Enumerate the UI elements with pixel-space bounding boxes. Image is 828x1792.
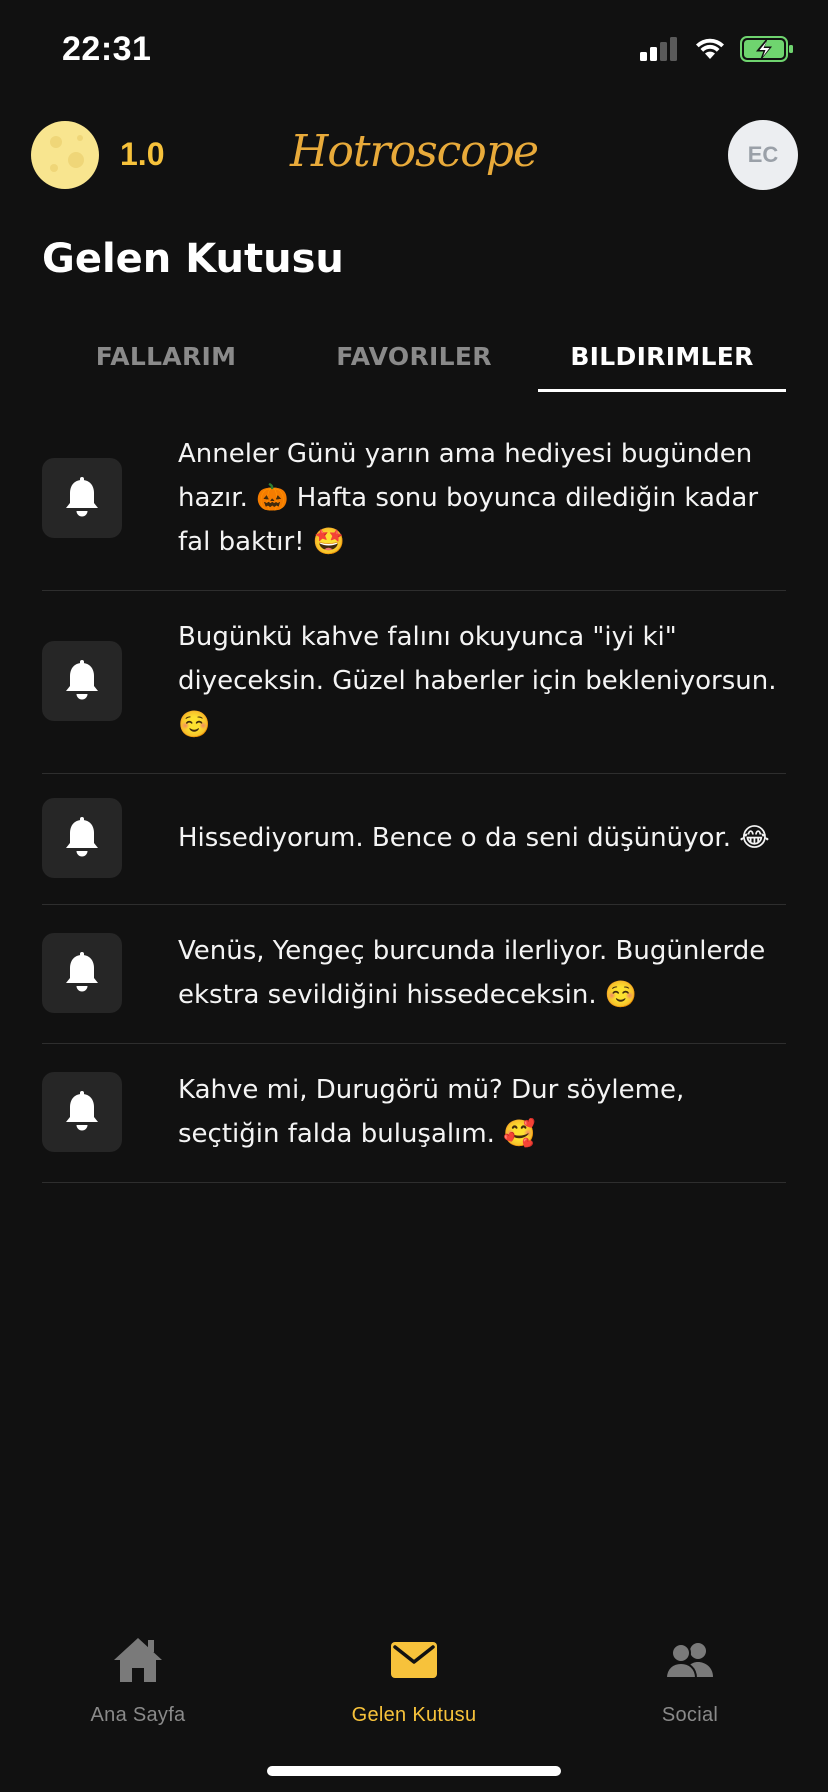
tab-bar: FALLARIM FAVORILER BILDIRIMLER — [42, 330, 786, 392]
notification-text: Hissediyorum. Bence o da seni düşünüyor.… — [178, 823, 770, 853]
bell-icon — [66, 477, 98, 517]
battery-charging-icon — [740, 36, 793, 62]
nav-item-social[interactable]: Social — [552, 1630, 828, 1740]
tab-fallarim[interactable]: FALLARIM — [42, 330, 290, 392]
bottom-nav: Ana Sayfa Gelen Kutusu Social — [0, 1630, 828, 1740]
nav-label-social: Social — [661, 1704, 719, 1726]
nav-label-inbox: Gelen Kutusu — [351, 1704, 477, 1726]
notification-text: Anneler Günü yarın ama hediyesi bugünden… — [178, 439, 759, 557]
bell-icon — [66, 817, 98, 857]
bell-icon-box — [42, 641, 122, 721]
bell-icon — [66, 660, 98, 700]
nav-item-home[interactable]: Ana Sayfa — [0, 1630, 276, 1740]
bell-icon-box — [42, 458, 122, 538]
bell-icon — [66, 1091, 98, 1131]
bell-icon-box — [42, 798, 122, 878]
people-icon — [665, 1643, 713, 1679]
notification-text: Bugünkü kahve falını okuyunca "iyi ki" d… — [178, 622, 777, 740]
status-time: 22:31 — [62, 30, 152, 68]
bell-icon — [66, 952, 98, 992]
moon-icon[interactable] — [30, 120, 100, 190]
envelope-icon — [391, 1642, 437, 1678]
notification-text: Kahve mi, Durugörü mü? Dur söyleme, seçt… — [178, 1075, 685, 1149]
wifi-icon — [696, 38, 724, 59]
status-icons — [640, 36, 794, 62]
list-item[interactable]: Bugünkü kahve falını okuyunca "iyi ki" d… — [42, 591, 786, 774]
list-item[interactable]: Venüs, Yengeç burcunda ilerliyor. Bugünl… — [42, 905, 786, 1044]
list-item[interactable]: Anneler Günü yarın ama hediyesi bugünden… — [42, 408, 786, 591]
nav-item-inbox[interactable]: Gelen Kutusu — [276, 1630, 552, 1740]
notification-list: Anneler Günü yarın ama hediyesi bugünden… — [42, 408, 786, 1183]
notification-text: Venüs, Yengeç burcunda ilerliyor. Bugünl… — [178, 936, 766, 1010]
app-header: 1.0 Hotroscope EC — [0, 118, 828, 198]
moon-value: 1.0 — [120, 136, 165, 172]
avatar[interactable]: EC — [728, 120, 798, 190]
tab-bildirimler[interactable]: BILDIRIMLER — [538, 330, 786, 392]
bell-icon-box — [42, 1072, 122, 1152]
nav-label-home: Ana Sayfa — [90, 1704, 186, 1726]
list-item[interactable]: Kahve mi, Durugörü mü? Dur söyleme, seçt… — [42, 1044, 786, 1183]
status-bar: 22:31 — [0, 0, 828, 100]
home-icon — [114, 1638, 162, 1682]
tab-favoriler[interactable]: FAVORILER — [290, 330, 538, 392]
page-title: Gelen Kutusu — [42, 236, 344, 282]
list-item[interactable]: Hissediyorum. Bence o da seni düşünüyor.… — [42, 774, 786, 905]
bell-icon-box — [42, 933, 122, 1013]
cellular-signal-icon — [640, 37, 677, 61]
home-indicator — [267, 1766, 561, 1776]
